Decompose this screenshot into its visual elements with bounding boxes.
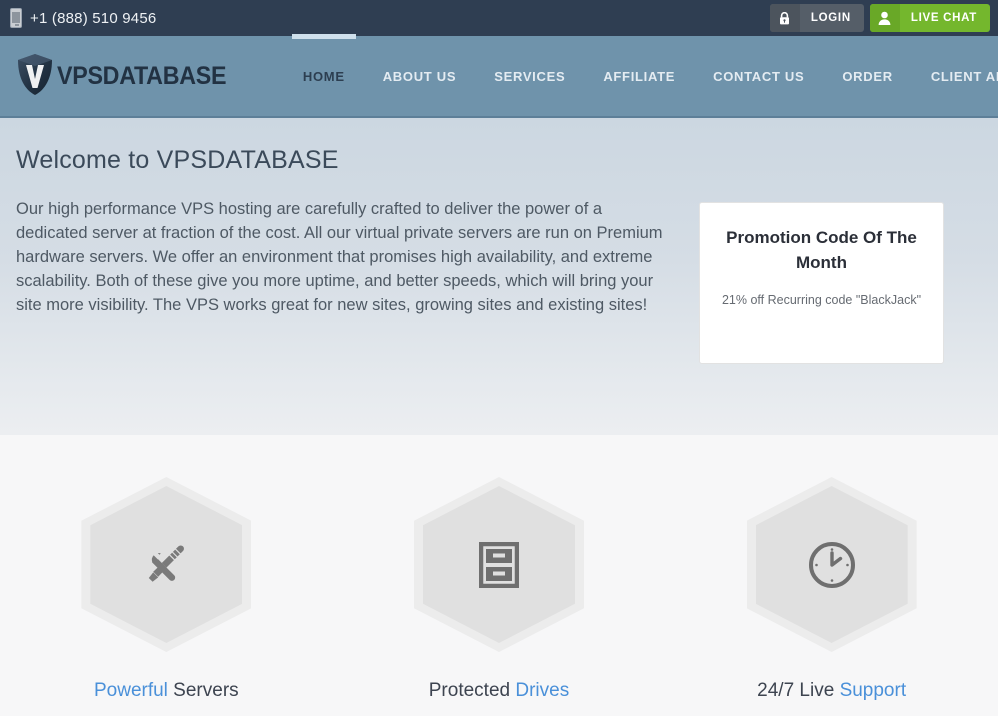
feature-protected-drives[interactable]: Protected Drives (349, 477, 649, 702)
feature-powerful-servers[interactable]: Powerful Servers (16, 477, 316, 702)
welcome-body: Our high performance VPS hosting are car… (16, 197, 982, 364)
feature-title-rest: Protected (428, 680, 516, 701)
promotion-title: Promotion Code Of The Month (726, 228, 917, 272)
feature-title-highlight: Drives (515, 680, 570, 701)
nav-menu: HOME ABOUT US SERVICES AFFILIATE CONTACT… (284, 34, 998, 116)
feature-icon-hexagon (81, 477, 252, 652)
shield-v-logo-icon (16, 52, 54, 101)
promotion-subtitle: 21% off Recurring code "BlackJack" (721, 293, 922, 307)
tools-wrench-screwdriver-icon (142, 541, 190, 589)
login-label: LOGIN (810, 12, 851, 24)
contact-phone: +1 (888) 510 9456 (10, 8, 156, 28)
live-chat-button[interactable]: LIVE CHAT (869, 4, 990, 32)
site-logo[interactable]: VPSDATABASE (16, 52, 239, 101)
user-icon (869, 4, 900, 32)
feature-title-rest: Servers (167, 680, 239, 701)
feature-title-highlight: Powerful (93, 680, 168, 701)
promotion-card: Promotion Code Of The Month 21% off Recu… (699, 202, 944, 364)
nav-item-contact-us[interactable]: CONTACT US (694, 36, 823, 116)
feature-title: Protected Drives (429, 680, 569, 702)
welcome-paragraph: Our high performance VPS hosting are car… (16, 200, 663, 314)
top-utility-bar: +1 (888) 510 9456 LOGIN LIVE CHAT (0, 0, 998, 36)
nav-item-client-area[interactable]: CLIENT AREA (912, 36, 998, 116)
lock-icon (769, 4, 800, 32)
site-logo-text: VPSDATABASE (57, 61, 227, 90)
feature-title: 24/7 Live Support (757, 680, 906, 702)
feature-live-support[interactable]: 24/7 Live Support (682, 477, 982, 702)
page-title: Welcome to VPSDATABASE (16, 146, 339, 174)
welcome-section: Welcome to VPSDATABASE Our high performa… (0, 118, 998, 435)
mobile-phone-icon (10, 8, 22, 28)
nav-item-services[interactable]: SERVICES (475, 36, 584, 116)
nav-item-about-us[interactable]: ABOUT US (364, 36, 476, 116)
login-button[interactable]: LOGIN (769, 4, 864, 32)
filing-cabinet-drives-icon (478, 541, 519, 588)
feature-icon-hexagon (746, 477, 917, 652)
nav-item-home[interactable]: HOME (284, 34, 364, 116)
feature-title: Powerful Servers (94, 680, 239, 702)
feature-title-highlight: Support (839, 680, 907, 701)
phone-number-text: +1 (888) 510 9456 (30, 9, 157, 27)
feature-title-rest: 24/7 Live (757, 680, 840, 701)
live-chat-label: LIVE CHAT (910, 12, 977, 24)
nav-item-order[interactable]: ORDER (823, 36, 911, 116)
clock-icon (807, 540, 857, 590)
main-navigation-bar: VPSDATABASE HOME ABOUT US SERVICES AFFIL… (0, 34, 998, 118)
features-section: Powerful Servers Protected Drives 24/7 L… (0, 435, 998, 716)
nav-item-affiliate[interactable]: AFFILIATE (584, 36, 694, 116)
feature-icon-hexagon (413, 477, 584, 652)
top-bar-actions: LOGIN LIVE CHAT (769, 4, 998, 32)
